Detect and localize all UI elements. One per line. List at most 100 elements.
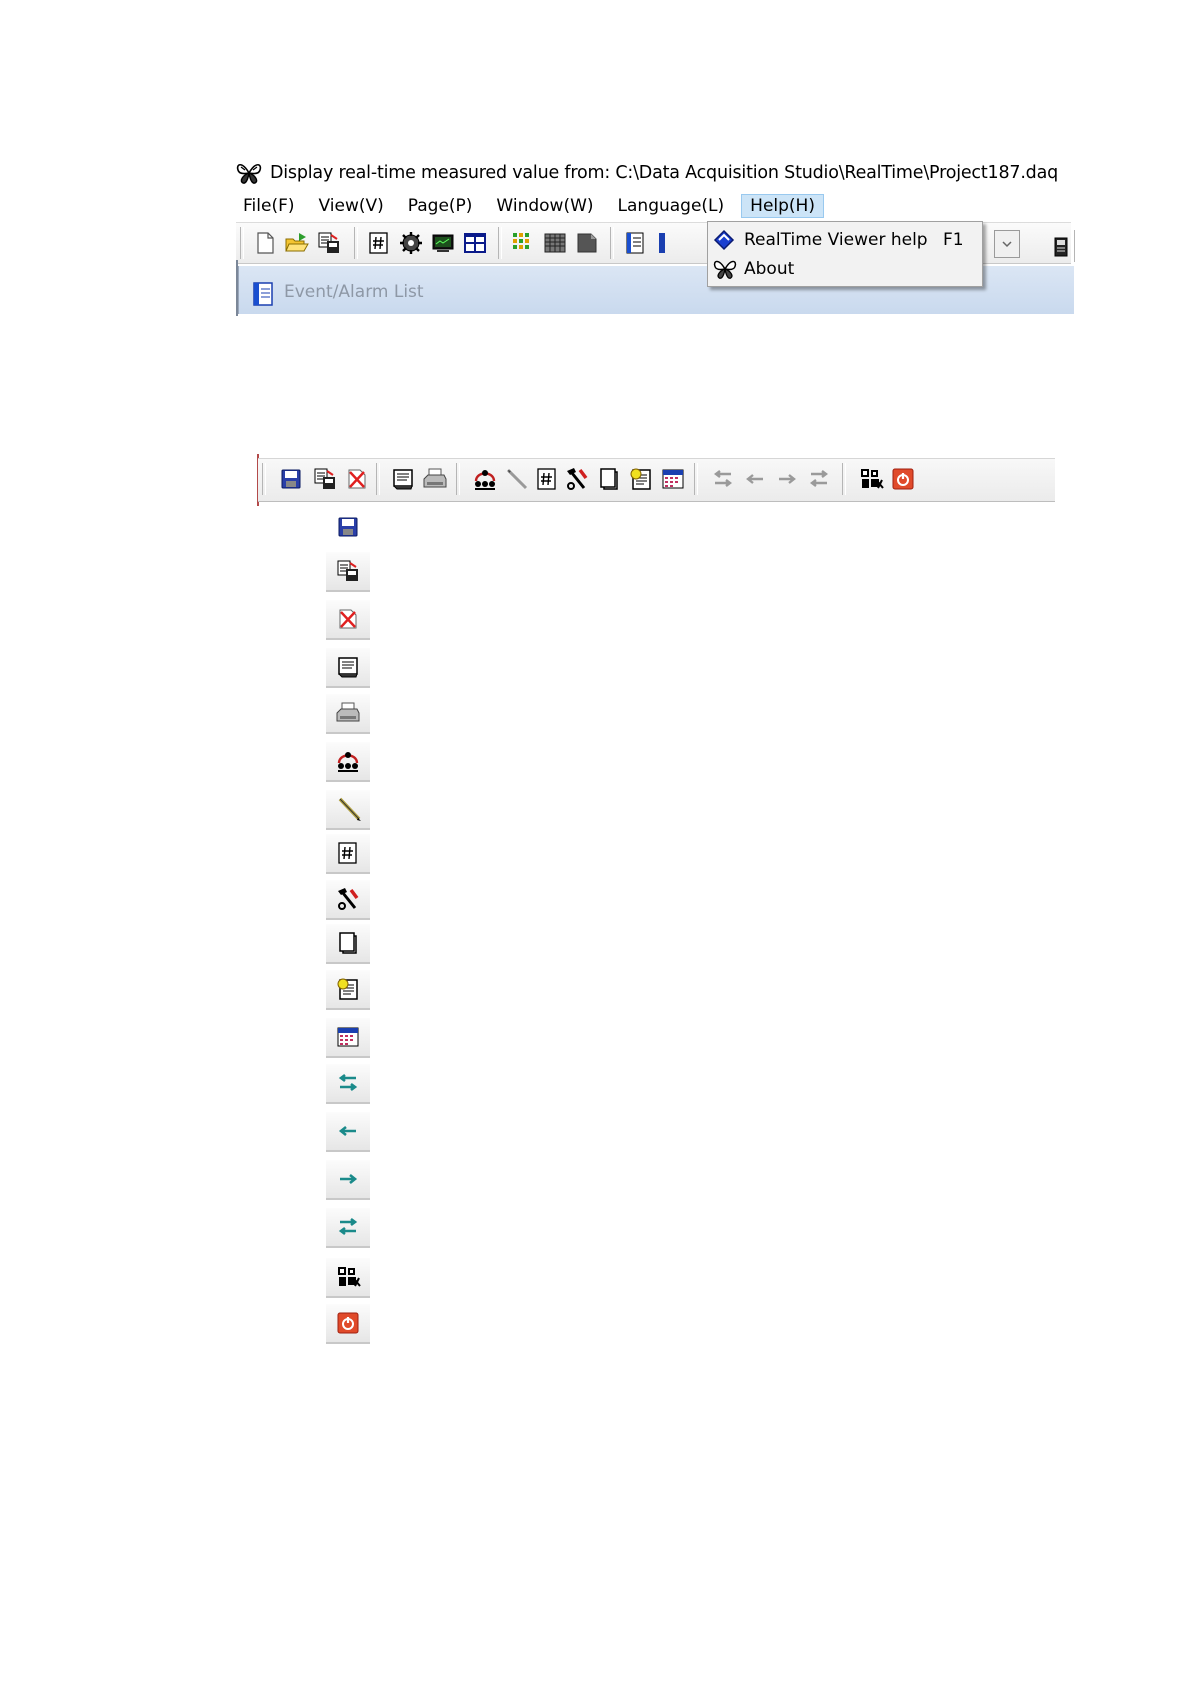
menu-help[interactable]: Help(H) bbox=[741, 194, 824, 218]
event-list-icon[interactable] bbox=[622, 230, 648, 256]
delete-file-icon[interactable] bbox=[344, 466, 370, 492]
toolbar-separator bbox=[262, 463, 266, 495]
new-file-icon[interactable] bbox=[252, 230, 278, 256]
list-delete-file-icon bbox=[326, 600, 370, 640]
list-tools-icon bbox=[326, 880, 370, 920]
pencil-icon bbox=[334, 796, 362, 822]
toolbar-separator bbox=[610, 227, 614, 259]
list-swap-right-icon bbox=[326, 1208, 370, 1248]
grid-layout-icon[interactable] bbox=[462, 230, 488, 256]
save-icon bbox=[337, 516, 359, 538]
list-pencil-icon bbox=[326, 790, 370, 830]
calendar-icon bbox=[336, 1025, 360, 1049]
list-arrow-left-icon bbox=[326, 1112, 370, 1152]
swap-right-icon bbox=[336, 1215, 360, 1239]
butterfly-app-icon bbox=[236, 161, 262, 185]
list-arrow-right-icon bbox=[326, 1160, 370, 1200]
print-icon[interactable] bbox=[422, 466, 448, 492]
menu-language[interactable]: Language(L) bbox=[611, 194, 732, 218]
toolbar-separator bbox=[456, 463, 460, 495]
help-item-shortcut: F1 bbox=[943, 230, 964, 250]
help-item-label: RealTime Viewer help bbox=[744, 230, 928, 250]
toolbar-separator bbox=[498, 227, 502, 259]
menu-window[interactable]: Window(W) bbox=[489, 194, 600, 218]
save-as-icon[interactable] bbox=[312, 466, 338, 492]
page-setup-icon[interactable] bbox=[390, 466, 416, 492]
blue-panel-icon[interactable] bbox=[649, 230, 675, 256]
print-icon bbox=[335, 701, 361, 725]
toolbar-separator bbox=[376, 463, 380, 495]
toolbar-separator bbox=[694, 463, 698, 495]
pencil-icon[interactable] bbox=[504, 466, 530, 492]
channel-number-icon[interactable] bbox=[534, 466, 560, 492]
arrow-right-icon[interactable] bbox=[774, 466, 800, 492]
arrow-left-icon bbox=[336, 1119, 360, 1143]
power-icon[interactable] bbox=[890, 466, 916, 492]
swap-left-icon[interactable] bbox=[710, 466, 736, 492]
tools-icon[interactable] bbox=[564, 466, 590, 492]
report-icon[interactable] bbox=[628, 466, 654, 492]
butterfly-icon bbox=[713, 258, 737, 280]
calendar-icon[interactable] bbox=[660, 466, 686, 492]
list-page-setup-icon bbox=[326, 648, 370, 688]
channel-number-icon[interactable] bbox=[366, 230, 392, 256]
list-save-icon bbox=[326, 508, 370, 546]
list-channel-number-icon bbox=[326, 834, 370, 874]
window-title: Display real-time measured value from: C… bbox=[270, 163, 1059, 183]
help-dropdown-menu: RealTime Viewer help F1 About bbox=[707, 221, 983, 287]
event-list-icon bbox=[252, 281, 274, 307]
network-icon[interactable] bbox=[472, 466, 498, 492]
tab-event-alarm-list[interactable]: Event/Alarm List bbox=[284, 282, 424, 302]
list-power-icon bbox=[326, 1304, 370, 1344]
settings-gear-icon[interactable] bbox=[398, 230, 424, 256]
arrow-left-icon[interactable] bbox=[742, 466, 768, 492]
channel-number-icon bbox=[337, 841, 359, 865]
menu-page[interactable]: Page(P) bbox=[401, 194, 480, 218]
delete-file-icon bbox=[337, 607, 359, 631]
open-folder-icon[interactable] bbox=[284, 230, 310, 256]
swap-right-icon[interactable] bbox=[806, 466, 832, 492]
butterfly-icon[interactable] bbox=[858, 466, 884, 492]
list-calendar-icon bbox=[326, 1018, 370, 1058]
report-icon bbox=[336, 977, 360, 1001]
title-bar: Display real-time measured value from: C… bbox=[236, 158, 1058, 188]
butterfly-icon bbox=[335, 1264, 361, 1290]
document-icon bbox=[337, 931, 359, 955]
toolbar-separator bbox=[842, 463, 846, 495]
help-book-icon bbox=[713, 229, 735, 251]
arrow-right-icon bbox=[336, 1167, 360, 1191]
document-icon[interactable] bbox=[596, 466, 622, 492]
tools-icon bbox=[335, 886, 361, 912]
secondary-toolbar bbox=[258, 458, 1055, 502]
swap-left-icon bbox=[336, 1071, 360, 1095]
list-print-icon bbox=[326, 694, 370, 734]
chevron-down-icon bbox=[1001, 240, 1013, 248]
power-icon bbox=[336, 1311, 360, 1335]
table-icon[interactable] bbox=[542, 230, 568, 256]
list-save-as-icon bbox=[326, 552, 370, 592]
save-as-icon bbox=[336, 559, 360, 583]
menu-file[interactable]: File(F) bbox=[236, 194, 302, 218]
list-swap-left-icon bbox=[326, 1064, 370, 1104]
toolbar-separator bbox=[354, 227, 358, 259]
list-report-icon bbox=[326, 970, 370, 1010]
network-icon bbox=[335, 749, 361, 773]
page-icon[interactable] bbox=[574, 230, 600, 256]
toolbar-separator bbox=[240, 227, 244, 259]
about-item-label: About bbox=[744, 259, 795, 279]
device-icon[interactable] bbox=[1053, 236, 1069, 258]
toolbar-separator bbox=[1074, 230, 1078, 262]
combo-box-dropdown[interactable] bbox=[994, 230, 1020, 258]
save-icon[interactable] bbox=[278, 466, 304, 492]
menu-view[interactable]: View(V) bbox=[312, 194, 391, 218]
list-network-icon bbox=[326, 742, 370, 782]
list-butterfly-icon bbox=[326, 1258, 370, 1298]
menu-bar: File(F) View(V) Page(P) Window(W) Langua… bbox=[236, 192, 834, 220]
page-setup-icon bbox=[336, 655, 360, 679]
color-grid-icon[interactable] bbox=[510, 230, 536, 256]
list-document-icon bbox=[326, 924, 370, 964]
menu-item-realtime-viewer-help[interactable]: RealTime Viewer help F1 bbox=[708, 226, 982, 254]
save-as-icon[interactable] bbox=[316, 230, 342, 256]
monitor-icon[interactable] bbox=[430, 230, 456, 256]
menu-item-about[interactable]: About bbox=[708, 255, 982, 283]
